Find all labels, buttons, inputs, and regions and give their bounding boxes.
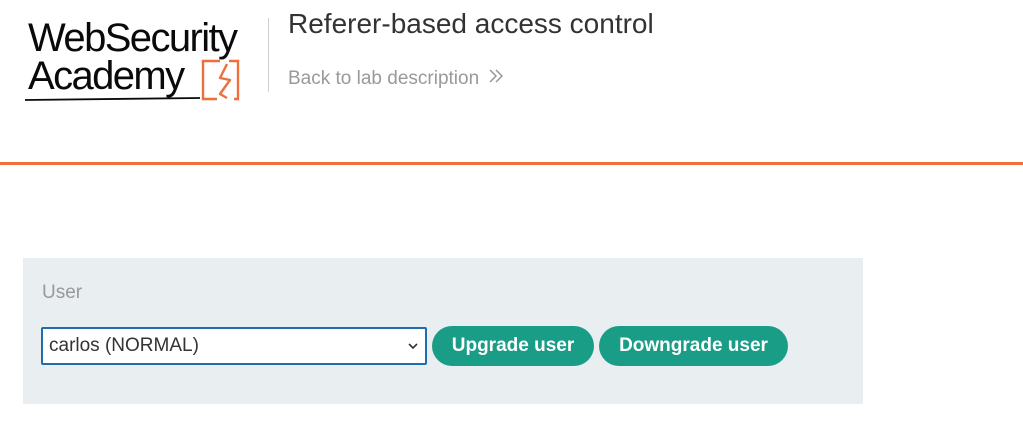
selected-user-value: carlos (NORMAL): [49, 335, 199, 356]
web-security-academy-logo[interactable]: WebSecurity Academy: [24, 14, 268, 104]
downgrade-user-button[interactable]: Downgrade user: [599, 326, 788, 366]
header-divider: [268, 18, 269, 92]
logo-mark-icon: [24, 59, 240, 101]
back-to-lab-description-link[interactable]: Back to lab description: [288, 68, 504, 90]
upgrade-user-button[interactable]: Upgrade user: [432, 326, 594, 366]
user-select[interactable]: carlos (NORMAL): [41, 327, 427, 365]
user-role-form: User carlos (NORMAL) Upgrade user Downgr…: [23, 258, 863, 404]
lab-title: Referer-based access control: [288, 8, 654, 39]
chevron-down-icon: [408, 343, 418, 350]
page-header: WebSecurity Academy Referer-based access…: [0, 0, 1023, 165]
double-chevron-right-icon: [488, 68, 504, 90]
back-link-label: Back to lab description: [288, 68, 480, 89]
user-label: User: [42, 282, 83, 303]
